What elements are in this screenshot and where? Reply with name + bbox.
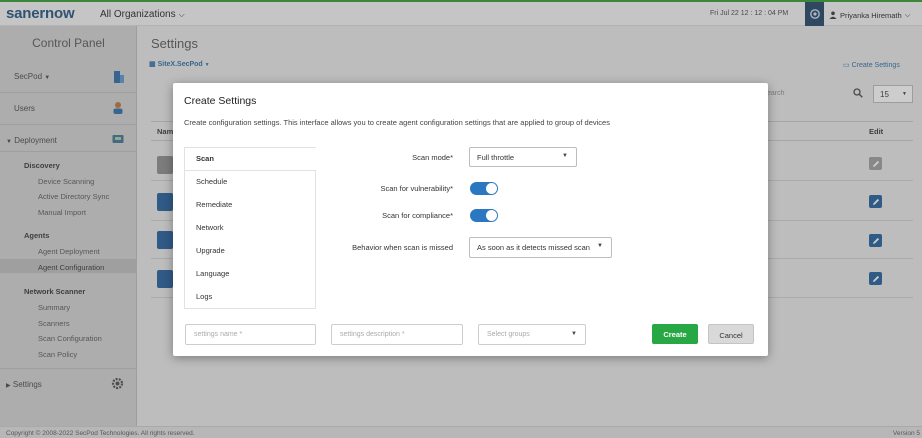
scan-mode-label: Scan mode* bbox=[412, 153, 453, 162]
settings-description-input[interactable]: settings description * bbox=[331, 324, 463, 345]
tab-language[interactable]: Language bbox=[185, 263, 316, 286]
select-groups-placeholder: Select groups bbox=[487, 331, 530, 338]
create-button[interactable]: Create bbox=[652, 324, 698, 344]
missed-scan-select[interactable]: As soon as it detects missed scan ▼ bbox=[469, 237, 612, 258]
caret-down-icon: ▼ bbox=[571, 331, 577, 337]
tab-logs[interactable]: Logs bbox=[185, 286, 316, 309]
scan-vulnerability-label: Scan for vulnerability* bbox=[380, 184, 453, 193]
scan-mode-value: Full throttle bbox=[477, 153, 515, 162]
settings-tabs: Scan Schedule Remediate Network Upgrade … bbox=[184, 147, 316, 309]
cancel-button[interactable]: Cancel bbox=[708, 324, 754, 344]
settings-name-input[interactable]: settings name * bbox=[185, 324, 316, 345]
tab-divider bbox=[315, 170, 316, 309]
tab-network[interactable]: Network bbox=[185, 217, 316, 240]
scan-compliance-toggle[interactable] bbox=[470, 209, 498, 222]
scan-compliance-label: Scan for compliance* bbox=[382, 211, 453, 220]
select-groups-dropdown[interactable]: Select groups ▼ bbox=[478, 324, 586, 345]
toggle-knob bbox=[486, 183, 497, 194]
tab-remediate[interactable]: Remediate bbox=[185, 194, 316, 217]
scan-mode-select[interactable]: Full throttle ▼ bbox=[469, 147, 577, 167]
create-settings-dialog: Create Settings Create configuration set… bbox=[173, 83, 768, 356]
caret-down-icon: ▼ bbox=[562, 153, 568, 159]
scan-vulnerability-toggle[interactable] bbox=[470, 182, 498, 195]
dialog-title: Create Settings bbox=[184, 95, 257, 107]
tab-scan[interactable]: Scan bbox=[185, 148, 316, 171]
missed-scan-value: As soon as it detects missed scan bbox=[477, 243, 590, 252]
caret-down-icon: ▼ bbox=[597, 243, 603, 249]
missed-scan-label: Behavior when scan is missed bbox=[352, 243, 453, 252]
dialog-description: Create configuration settings. This inte… bbox=[184, 118, 610, 127]
tab-upgrade[interactable]: Upgrade bbox=[185, 240, 316, 263]
toggle-knob bbox=[486, 210, 497, 221]
tab-schedule[interactable]: Schedule bbox=[185, 171, 316, 194]
